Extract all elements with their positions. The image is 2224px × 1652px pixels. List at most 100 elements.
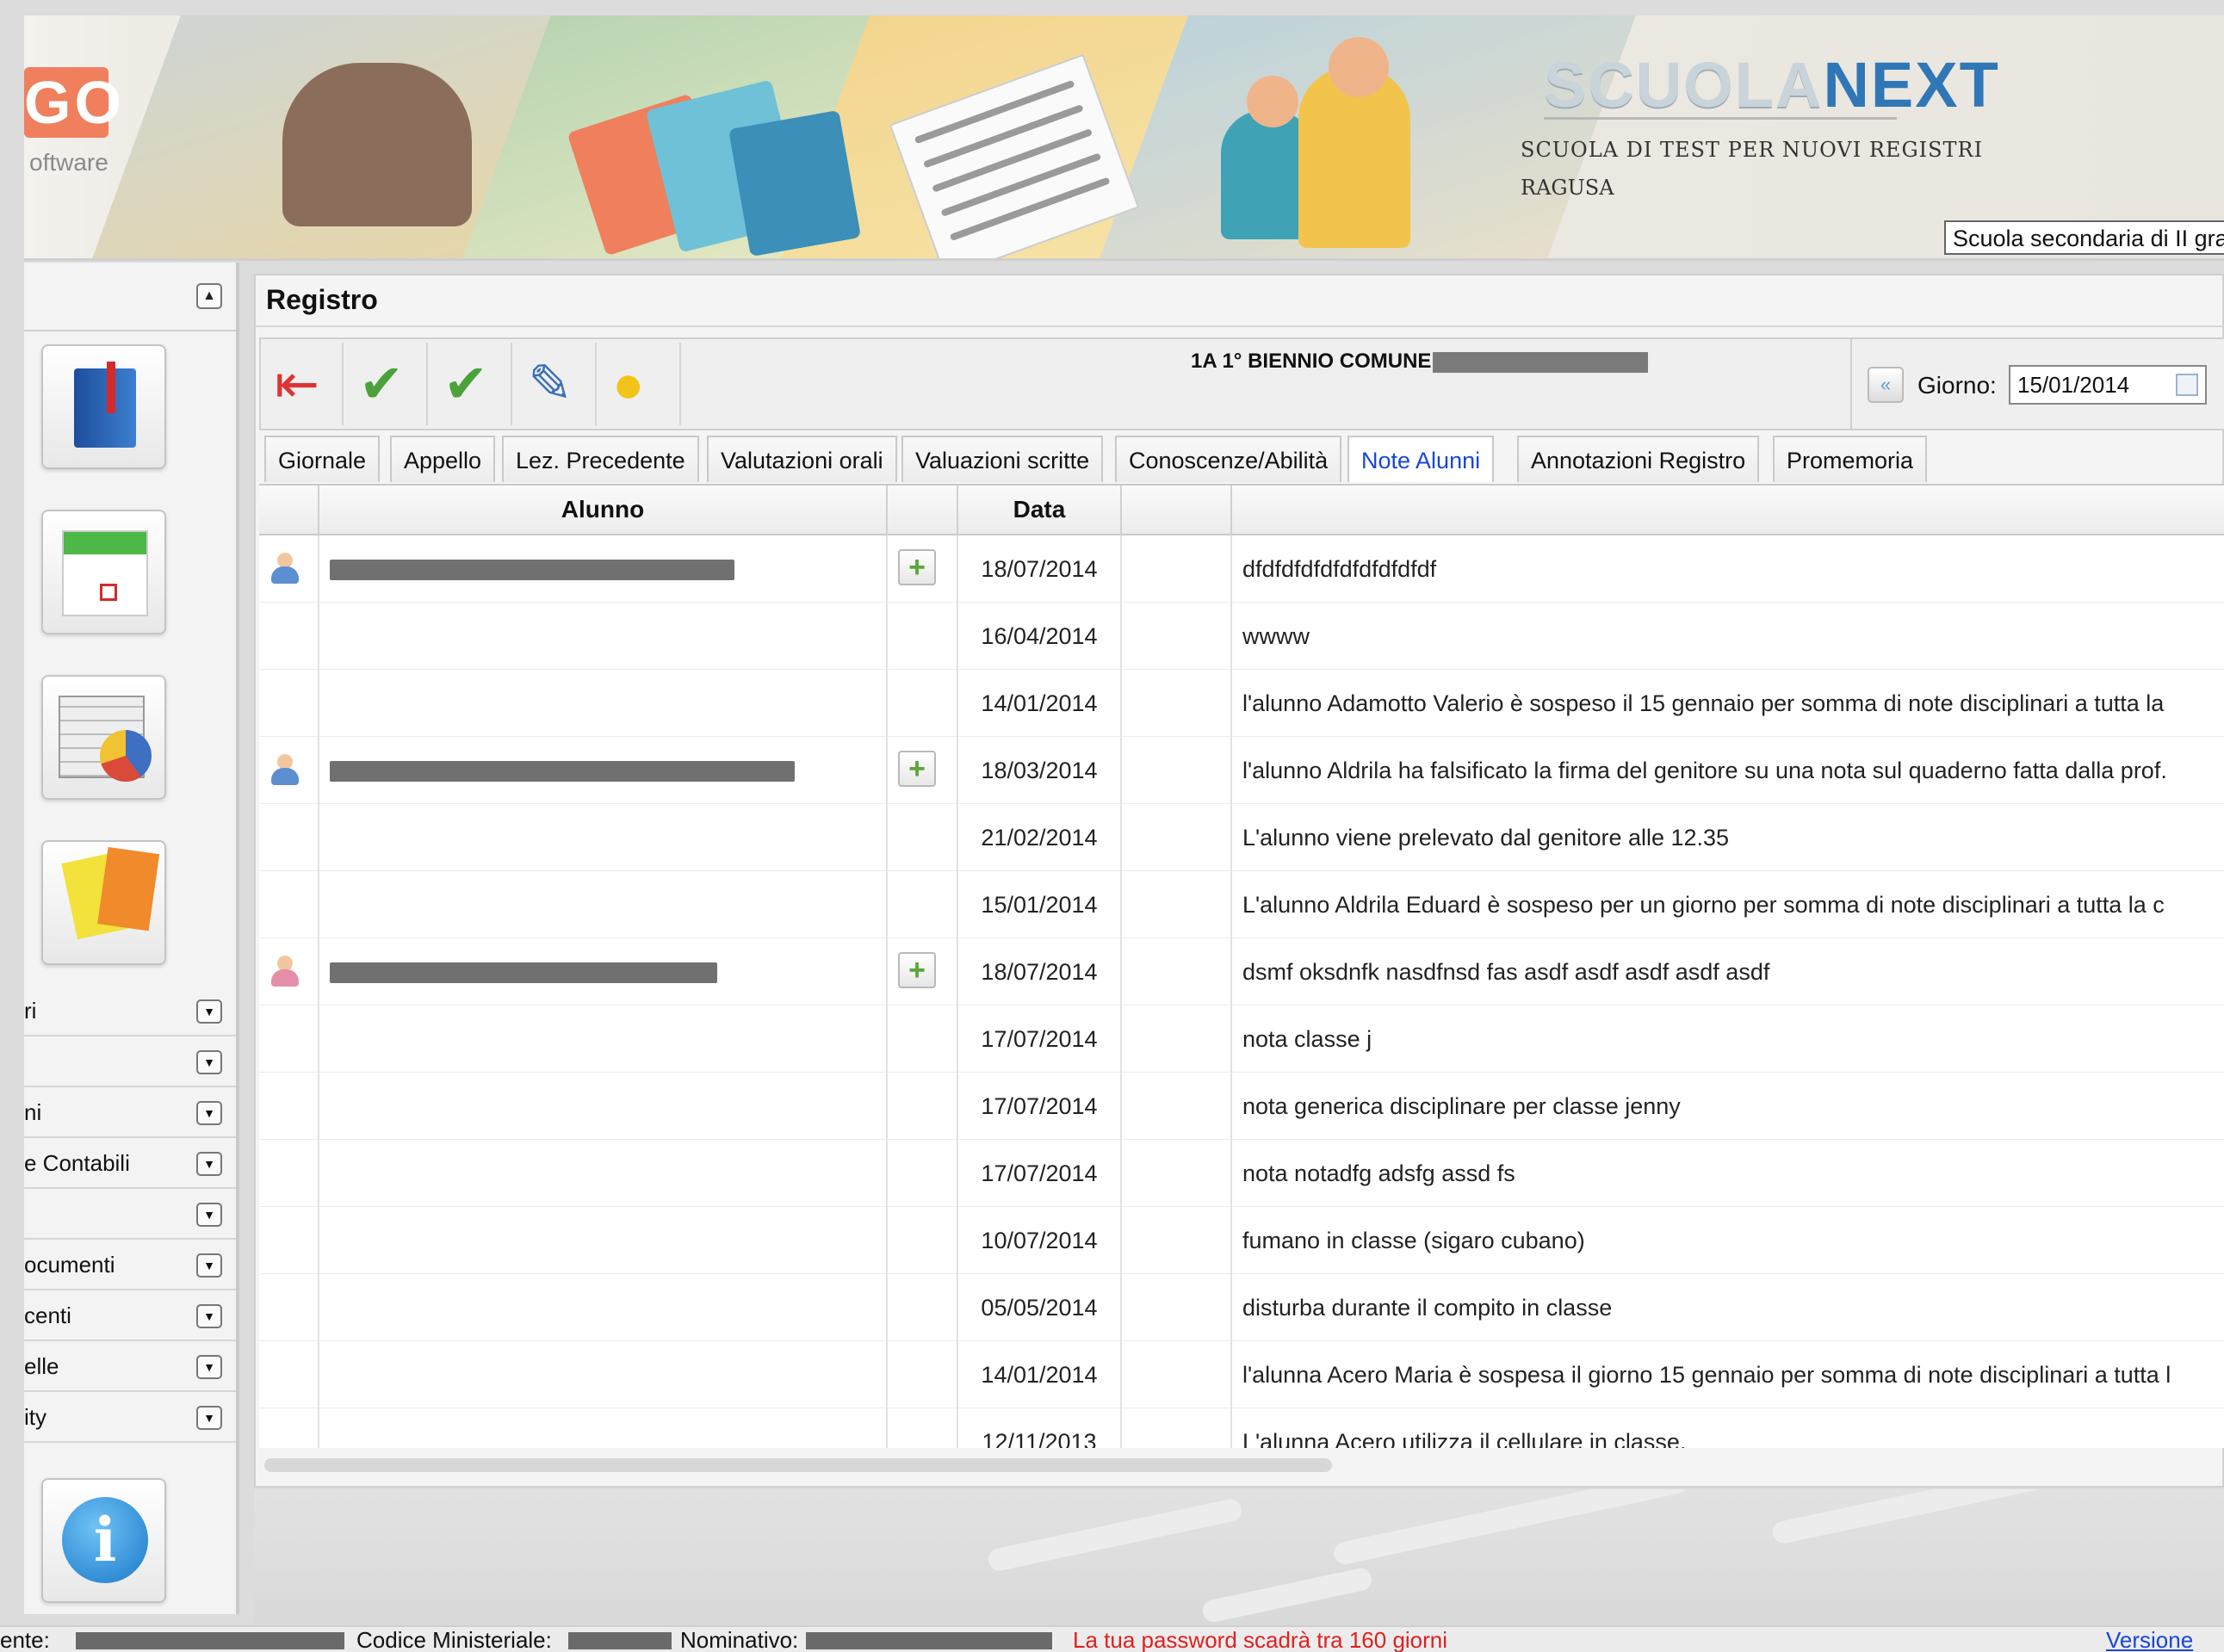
- note-date: 14/01/2014: [958, 1341, 1122, 1408]
- page-title: Registro: [256, 275, 2222, 327]
- edit-note-icon: ✎: [528, 355, 573, 414]
- table-row[interactable]: 17/07/2014 nota generica disciplinare per…: [259, 1073, 2224, 1140]
- note-date: 15/01/2014: [958, 871, 1122, 938]
- table-row[interactable]: +18/07/2014 dsmf oksdnfk nasdfnsd fas asd…: [259, 938, 2224, 1005]
- student-cell: [319, 1073, 888, 1140]
- table-header: Alunno Data: [259, 486, 2224, 535]
- tab-valutazioni-scritte[interactable]: Valuazioni scritte: [901, 436, 1104, 482]
- column-header-student[interactable]: Alunno: [319, 486, 888, 535]
- note-text: L'alunno viene prelevato dal genitore al…: [1242, 825, 1730, 851]
- backpack-illustration: [282, 63, 472, 226]
- sidebar-menu-item[interactable]: ri ▼: [24, 986, 236, 1036]
- tab-valutazioni-orali[interactable]: Valutazioni orali: [707, 436, 897, 482]
- chevron-down-icon[interactable]: ▼: [196, 1304, 222, 1328]
- sidebar-menu-item[interactable]: ▼: [24, 1036, 236, 1087]
- table-row[interactable]: 21/02/2014 L'alunno viene prelevato dal g…: [259, 804, 2224, 871]
- chevron-down-icon[interactable]: ▼: [196, 1152, 222, 1176]
- school-type-select[interactable]: Scuola secondaria di II grado: [1944, 220, 2224, 255]
- sidebar-header: ▲: [24, 263, 236, 331]
- chevron-down-icon[interactable]: ▼: [196, 1203, 222, 1227]
- spreadsheet-chart-button[interactable]: [41, 675, 166, 800]
- upload-check-icon: ✔: [443, 355, 488, 414]
- sidebar-menu-item[interactable]: ity ▼: [24, 1392, 236, 1443]
- chevron-down-icon[interactable]: ▼: [196, 1050, 222, 1074]
- chevron-down-icon[interactable]: ▼: [196, 999, 222, 1024]
- tab-promemoria[interactable]: Promemoria: [1773, 436, 1928, 482]
- note-date: 17/07/2014: [958, 1073, 1122, 1140]
- note-date: 21/02/2014: [958, 804, 1122, 871]
- student-cell: [319, 1341, 888, 1408]
- table-row[interactable]: 10/07/2014 fumano in classe (sigaro cuban…: [259, 1207, 2224, 1274]
- note-date: 18/03/2014: [958, 737, 1122, 804]
- date-field[interactable]: 15/01/2014: [2009, 365, 2207, 405]
- table-row[interactable]: 14/01/2014 l'alunno Adamotto Valerio è so…: [259, 670, 2224, 737]
- sidebar-menu-item[interactable]: ni ▼: [24, 1087, 236, 1138]
- ministerial-code-label: Codice Ministeriale:: [356, 1627, 552, 1652]
- table-row[interactable]: 17/07/2014 nota notadfg adsfg assd fs: [259, 1140, 2224, 1207]
- horizontal-scrollbar[interactable]: [264, 1458, 1332, 1472]
- column-header-date[interactable]: Data: [958, 486, 1122, 535]
- exit-button[interactable]: ⇤: [261, 343, 344, 425]
- tab-note-alunni[interactable]: Note Alunni: [1347, 436, 1495, 482]
- note-text: wwww: [1242, 623, 1310, 649]
- student-icon: [269, 956, 300, 988]
- chevron-down-icon[interactable]: ▼: [196, 1355, 222, 1379]
- note-text: L'alunna Acero utilizza il cellulare in …: [1242, 1429, 1687, 1448]
- previous-day-button[interactable]: «: [1868, 367, 1904, 403]
- edit-button[interactable]: ✎: [514, 343, 597, 425]
- sidebar-menu-item[interactable]: ▼: [24, 1189, 236, 1240]
- download-button[interactable]: ✔: [345, 343, 428, 425]
- cards-whistle-button[interactable]: [41, 840, 166, 965]
- sidebar: ▲ ri ▼ ▼ ni ▼ e Contabili ▼ ▼ ocumenti ▼ cen…: [24, 263, 239, 1614]
- tab-conoscenze-abilita[interactable]: Conoscenze/Abilità: [1115, 436, 1342, 482]
- header-banner: GO oftware SCUOLANEXT SCUOLA DI TEST PER…: [24, 15, 2224, 261]
- table-row[interactable]: 15/01/2014 L'alunno Aldrila Eduard è sosp…: [259, 871, 2224, 938]
- register-book-button[interactable]: [41, 344, 166, 469]
- tab-appello[interactable]: Appello: [390, 436, 496, 482]
- sidebar-menu-item[interactable]: centi ▼: [24, 1290, 236, 1341]
- cards-whistle-icon: [61, 852, 128, 940]
- table-row[interactable]: 17/07/2014 nota classe j: [259, 1005, 2224, 1073]
- toolbar: ⇤ ✔ ✔ ✎ ● 1A 1° BIENNIO COMUNE « Giorno:…: [259, 337, 2224, 430]
- tab-lezione-precedente[interactable]: Lez. Precedente: [502, 436, 699, 482]
- note-text: l'alunno Aldrila ha falsificato la firma…: [1242, 758, 2167, 783]
- student-name-redacted: [330, 761, 795, 782]
- tab-annotazioni-registro[interactable]: Annotazioni Registro: [1517, 436, 1760, 482]
- add-note-button[interactable]: +: [898, 549, 936, 585]
- sidebar-menu-item[interactable]: e Contabili ▼: [24, 1138, 236, 1189]
- upload-button[interactable]: ✔: [430, 343, 512, 425]
- date-label: Giorno:: [1917, 372, 1997, 399]
- table-row[interactable]: 05/05/2014 disturba durante il compito in…: [259, 1274, 2224, 1341]
- user-label: ente:: [0, 1627, 50, 1652]
- sidebar-menu-item[interactable]: elle ▼: [24, 1341, 236, 1392]
- student-cell: [319, 1005, 888, 1073]
- info-button[interactable]: i: [41, 1478, 166, 1603]
- tip-button[interactable]: ●: [598, 343, 681, 425]
- add-note-button[interactable]: +: [898, 952, 936, 988]
- table-row[interactable]: 16/04/2014 wwww: [259, 603, 2224, 670]
- chevron-down-icon[interactable]: ▼: [196, 1406, 222, 1430]
- calendar-picker-icon[interactable]: [2176, 374, 2198, 396]
- chevron-down-icon[interactable]: ▼: [196, 1253, 222, 1278]
- student-cell: [319, 804, 888, 871]
- tab-giornale[interactable]: Giornale: [264, 436, 381, 482]
- collapse-up-icon[interactable]: ▲: [196, 283, 222, 309]
- background-decoration: [254, 1489, 2224, 1627]
- student-cell: [319, 1408, 888, 1448]
- student-cell: [319, 535, 888, 603]
- note-date: 05/05/2014: [958, 1274, 1122, 1341]
- chevron-down-icon[interactable]: ▼: [196, 1101, 222, 1125]
- student-icon: [269, 754, 300, 787]
- sidebar-menu-item[interactable]: ocumenti ▼: [24, 1240, 236, 1290]
- register-panel: Registro ⇤ ✔ ✔ ✎ ● 1A 1° BIENNIO COMUNE …: [254, 274, 2224, 1488]
- add-note-button[interactable]: +: [898, 751, 936, 787]
- table-row[interactable]: +18/03/2014 l'alunno Aldrila ha falsifica…: [259, 737, 2224, 804]
- password-warning: La tua password scadrà tra 160 giorni: [1073, 1627, 1448, 1652]
- calendar-button[interactable]: [41, 510, 166, 634]
- table-row[interactable]: +18/07/2014 dfdfdfdfdfdfdfdfdfdf: [259, 535, 2224, 603]
- student-name-redacted: [330, 962, 717, 983]
- student-cell: [319, 1207, 888, 1274]
- table-row[interactable]: 14/01/2014 l'alunna Acero Maria è sospesa…: [259, 1341, 2224, 1408]
- table-row[interactable]: 12/11/2013 L'alunna Acero utilizza il cel…: [259, 1408, 2224, 1448]
- version-link[interactable]: Versione: [2106, 1627, 2193, 1652]
